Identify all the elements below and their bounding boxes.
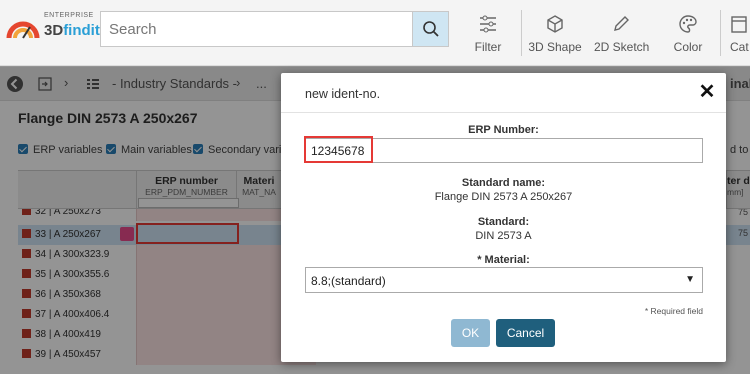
palette-icon bbox=[679, 15, 697, 33]
material-selected-value: 8.8;(standard) bbox=[311, 274, 386, 288]
search-box bbox=[100, 11, 449, 47]
erp-number-field[interactable] bbox=[305, 138, 703, 163]
dropdown-arrow-icon: ▼ bbox=[685, 274, 695, 285]
3d-shape-tool-label: 3D Shape bbox=[528, 40, 582, 54]
filter-icon bbox=[480, 15, 496, 33]
toolbar-divider bbox=[720, 10, 721, 56]
3d-shape-tool-button[interactable]: 3D Shape bbox=[528, 0, 582, 66]
catalog-tool-label: Cat bbox=[730, 40, 749, 54]
dialog-title: new ident-no. bbox=[305, 87, 381, 101]
ok-button[interactable]: OK bbox=[451, 319, 490, 347]
required-field-note: * Required field bbox=[644, 306, 703, 316]
logo-gauge-icon bbox=[6, 21, 40, 39]
catalog-tool-button[interactable]: Cat bbox=[730, 0, 750, 66]
filter-tool-button[interactable]: Filter bbox=[466, 0, 510, 66]
catalog-icon bbox=[731, 16, 747, 33]
search-icon bbox=[422, 21, 439, 37]
app-logo[interactable]: ENTERPRISE 3Dfindit bbox=[6, 12, 100, 46]
color-tool-button[interactable]: Color bbox=[668, 0, 708, 66]
cancel-button[interactable]: Cancel bbox=[496, 319, 555, 347]
2d-sketch-tool-label: 2D Sketch bbox=[594, 40, 650, 54]
top-toolbar: ENTERPRISE 3Dfindit Filter 3D Shape bbox=[0, 0, 750, 66]
search-button[interactable] bbox=[412, 12, 448, 46]
filter-tool-label: Filter bbox=[474, 40, 502, 54]
material-label: * Material: bbox=[477, 254, 530, 266]
standard-name-value: Flange DIN 2573 A 250x267 bbox=[434, 191, 573, 203]
pencil-icon bbox=[614, 16, 629, 31]
2d-sketch-tool-button[interactable]: 2D Sketch bbox=[594, 0, 650, 66]
search-input[interactable] bbox=[101, 12, 411, 46]
standard-label: Standard: bbox=[477, 216, 530, 228]
cube-icon bbox=[547, 15, 563, 33]
standard-value: DIN 2573 A bbox=[475, 230, 532, 242]
close-icon[interactable]: ✕ bbox=[698, 81, 716, 103]
logo-edition: ENTERPRISE bbox=[44, 12, 94, 19]
erp-number-label: ERP Number: bbox=[468, 124, 539, 136]
logo-text: 3Dfindit bbox=[44, 22, 100, 39]
toolbar-divider bbox=[521, 10, 522, 56]
color-tool-label: Color bbox=[673, 40, 703, 54]
dialog-header: new ident-no. ✕ bbox=[281, 73, 726, 113]
standard-name-label: Standard name: bbox=[461, 177, 546, 189]
material-select[interactable]: 8.8;(standard) ▼ bbox=[305, 267, 703, 293]
new-ident-dialog: new ident-no. ✕ ERP Number: Standard nam… bbox=[281, 73, 726, 362]
